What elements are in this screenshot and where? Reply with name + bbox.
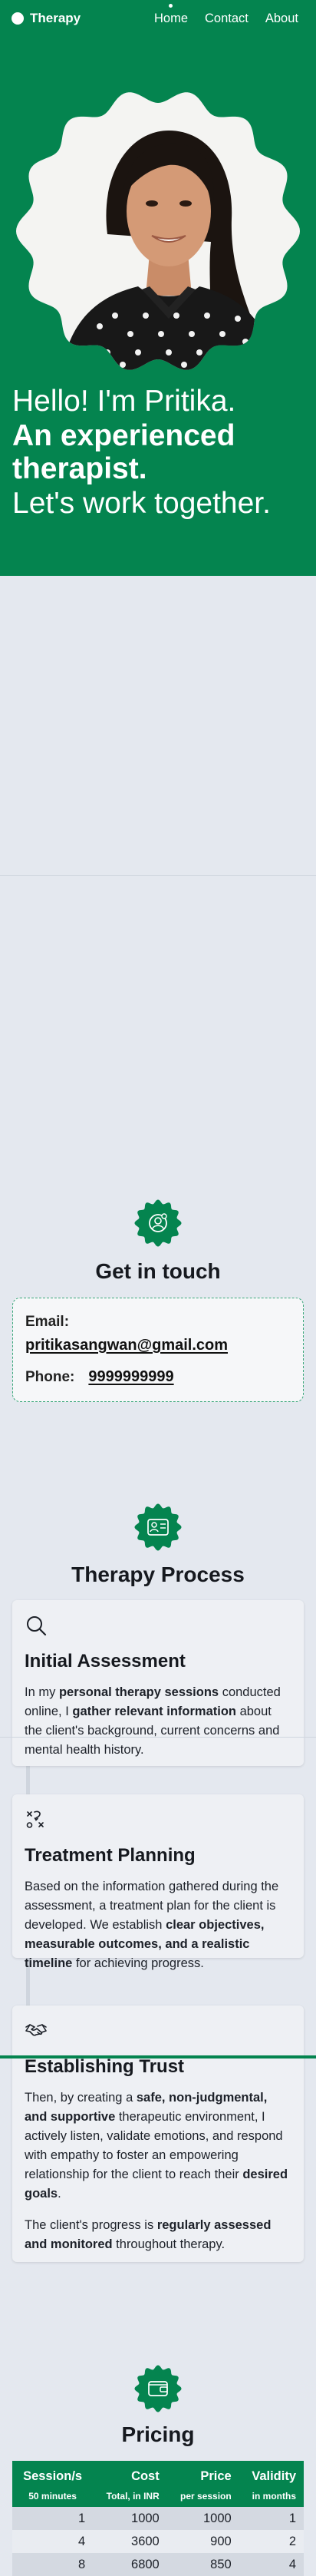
nav-links: Home Contact About [154,0,298,37]
process-title: Therapy Process [71,1562,245,1586]
contact-card: Email: pritikasangwan@gmail.com Phone: 9… [12,1298,304,1402]
hero-tagline-line2: therapist. [12,452,147,485]
header-sessions: Session/s [12,2461,94,2485]
timeline-connector [26,1766,30,1794]
phone-link[interactable]: 9999999999 [88,1368,173,1386]
brand-dot-icon [12,12,24,25]
footer-bar [0,2055,316,2058]
top-navbar: Therapy Home Contact About [0,0,316,37]
process-step-card: Initial Assessment In my personal therap… [12,1600,304,1766]
step-description-secondary: The client's progress is regularly asses… [25,2218,272,2251]
step-description: In my personal therapy sessions conducte… [25,1685,281,1757]
cell-cost: 3600 [93,2530,167,2553]
email-row: Email: pritikasangwan@gmail.com [25,1314,291,1354]
cell-cost: 1000 [93,2507,167,2530]
search-icon [27,1616,47,1636]
step-title: Establishing Trust [25,2056,185,2077]
hero-greeting: Hello! I'm Pritika. [12,385,236,418]
cell-sessions: 4 [12,2530,94,2553]
wallet-icon [134,2365,182,2412]
brand-name: Therapy [30,11,81,25]
table-row: 4 3600 900 2 [12,2530,304,2553]
section-divider [0,875,316,876]
section-divider [0,1737,316,1738]
contact-title: Get in touch [95,1259,221,1283]
handshake-icon [25,2024,47,2036]
header-validity: Validity [239,2461,304,2485]
header-price: Price [166,2461,239,2485]
hero-tagline-line1: An experienced [12,419,235,452]
process-step-card: Establishing Trust Then, by creating a s… [12,2006,304,2262]
header-cost: Cost [93,2461,167,2485]
table-header-row: Session/s Cost Price Validity [12,2461,304,2485]
cell-price: 900 [166,2530,239,2553]
hero-heading: Hello! I'm Pritika. An experienced thera… [12,384,311,522]
subheader-cost: Total, in INR [93,2485,167,2507]
subheader-sessions: 50 minutes [12,2485,94,2507]
table-row: 8 6800 850 4 [12,2553,304,2576]
portrait-image [16,92,300,370]
email-link[interactable]: pritikasangwan@gmail.com [25,1337,291,1354]
email-label: Email: [25,1314,70,1330]
cell-price: 1000 [166,2507,239,2530]
therapist-portrait [15,88,301,374]
brand-logo-link[interactable]: Therapy [12,11,81,26]
subheader-validity: in months [239,2485,304,2507]
phone-label: Phone: [25,1369,75,1385]
cell-sessions: 8 [12,2553,94,2576]
cell-price: 850 [166,2553,239,2576]
hero-section: Therapy Home Contact About Hello! I'm Pr… [0,0,316,576]
table-row: 1 1000 1000 1 [12,2507,304,2530]
contact-badge-icon [134,1199,182,1247]
process-badge [134,1503,182,1551]
process-step-card: Treatment Planning Based on the informat… [12,1794,304,1970]
nav-link-about[interactable]: About [265,12,298,26]
subheader-price: per session [166,2485,239,2507]
pricing-table: Session/s Cost Price Validity 50 minutes… [12,2461,304,2576]
cell-validity: 4 [239,2553,304,2576]
pricing-badge [134,2365,182,2412]
nav-link-contact[interactable]: Contact [205,12,249,26]
hero-call-to-work: Let's work together. [12,487,271,520]
pricing-title: Pricing [121,2422,195,2446]
step-title: Treatment Planning [25,1845,196,1866]
step-description: Then, by creating a safe, non-judgmental… [25,2091,288,2201]
cell-validity: 2 [239,2530,304,2553]
step-title: Initial Assessment [25,1651,186,1672]
cell-validity: 1 [239,2507,304,2530]
nav-link-home[interactable]: Home [154,3,188,26]
step-description: Based on the information gathered during… [25,1880,279,1970]
cell-cost: 6800 [93,2553,167,2576]
treatment-plan-icon [26,1810,44,1828]
contact-badge [134,1199,182,1247]
table-subheader-row: 50 minutes Total, in INR per session in … [12,2485,304,2507]
process-badge-icon [134,1503,182,1551]
phone-row: Phone: 9999999999 [25,1368,291,1386]
cell-sessions: 1 [12,2507,94,2530]
